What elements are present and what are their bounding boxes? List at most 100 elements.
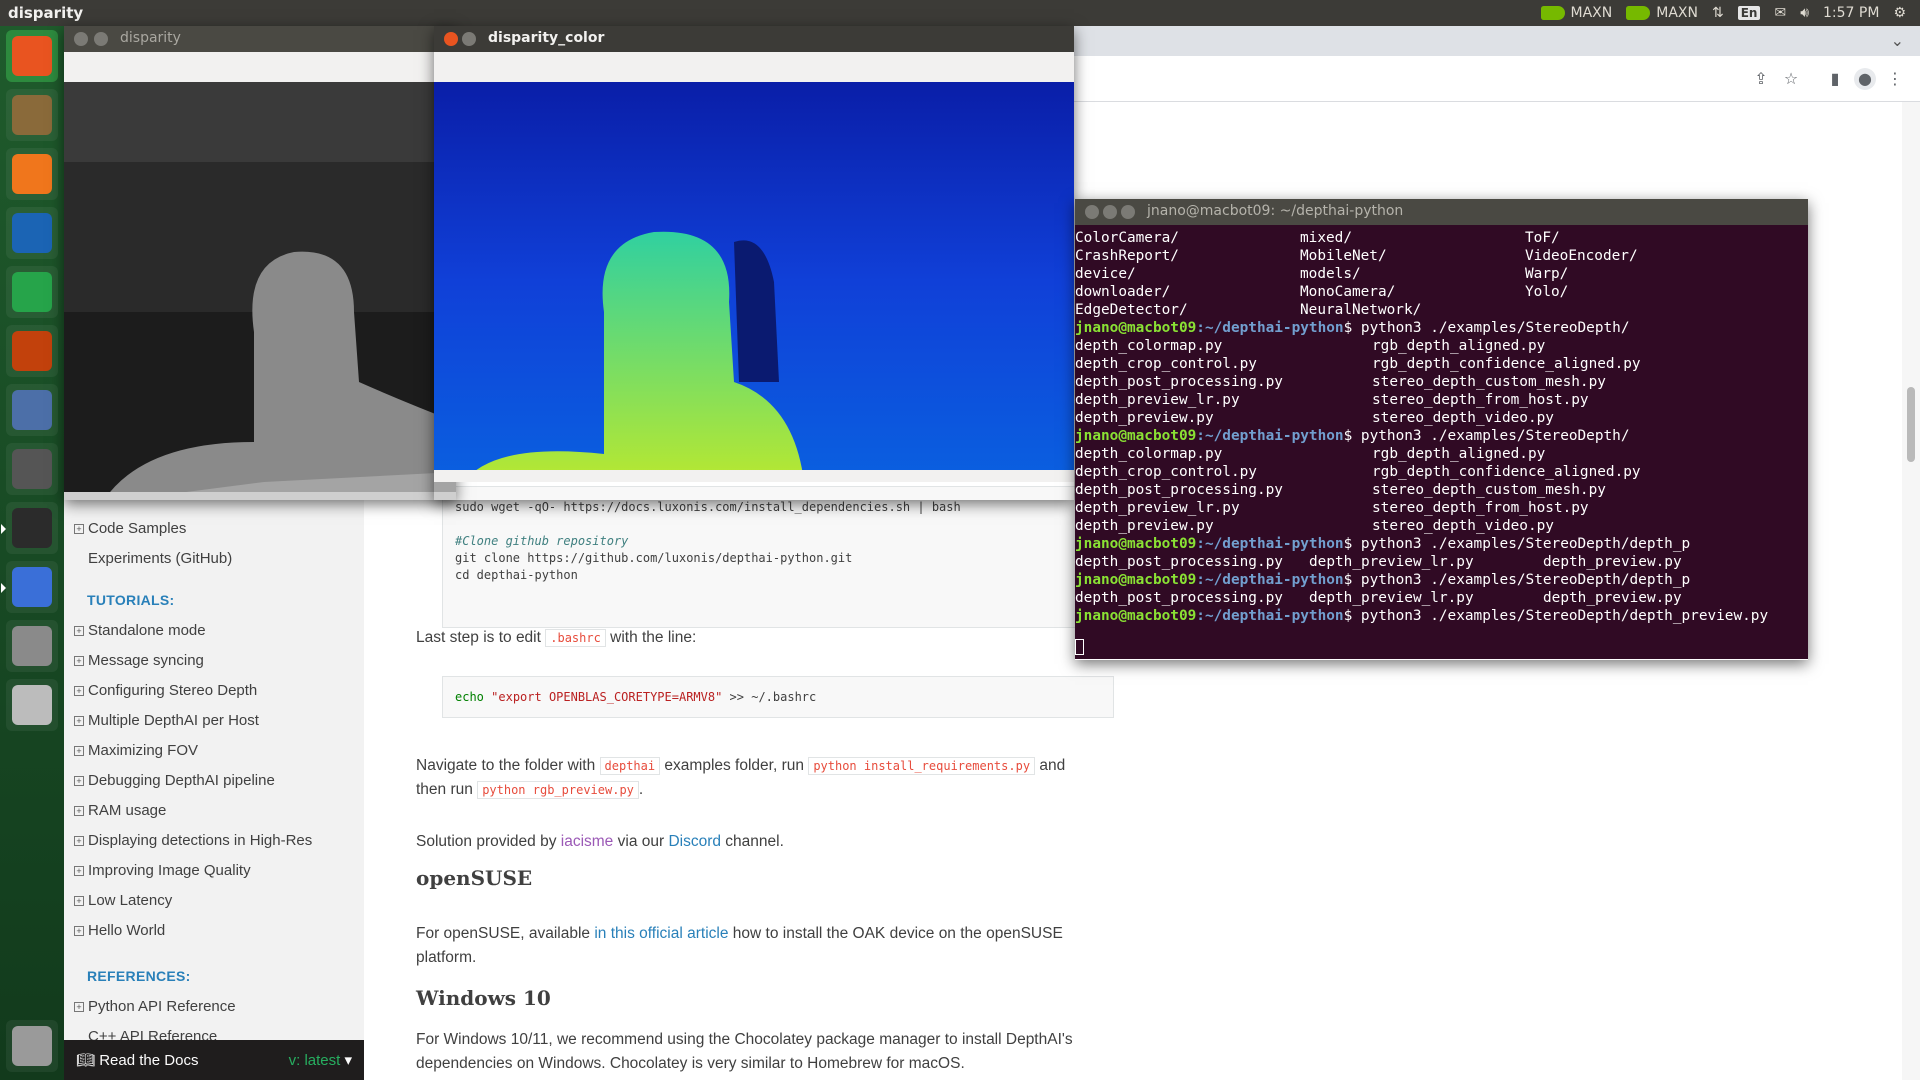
expand-icon[interactable]: + (74, 836, 84, 846)
expand-icon[interactable]: + (74, 866, 84, 876)
maximize-button[interactable] (1121, 205, 1135, 219)
profile-avatar-icon[interactable]: ● (1854, 68, 1876, 90)
expand-icon[interactable]: + (74, 686, 84, 696)
disparity-color-titlebar[interactable]: disparity_color (434, 26, 1074, 52)
chromium-icon[interactable] (1, 561, 58, 613)
terminal-cursor (1075, 639, 1084, 655)
opensuse-article-link[interactable]: in this official article (594, 925, 728, 942)
power-gear-icon[interactable]: ⚙ (1893, 5, 1906, 21)
terminal-output[interactable]: ColorCamera/mixed/ToF/CrashReport/Mobile… (1075, 225, 1808, 659)
volume-icon[interactable]: 🔊︎ (1800, 5, 1809, 21)
rtd-version-bar[interactable]: 📖︎ Read the Docs v: latest ▾ (64, 1040, 364, 1080)
expand-icon[interactable]: + (74, 716, 84, 726)
clock[interactable]: 1:57 PM (1823, 5, 1879, 21)
network-icon[interactable]: ⇅ (1712, 5, 1724, 21)
tab-search-chevron-icon[interactable]: ⌄ (1891, 31, 1904, 50)
sidebar-item-tutorial[interactable]: + Displaying detections in High-Res (74, 832, 312, 849)
trash-icon[interactable] (6, 1020, 58, 1072)
inline-code: .bashrc (545, 629, 606, 647)
terminal-line: jnano@macbot09:~/depthai-python$ python3… (1075, 607, 1808, 625)
mail-icon[interactable]: ✉ (1774, 5, 1786, 21)
drive-icon[interactable] (6, 679, 58, 731)
sidebar-item-python-api[interactable]: + Python API Reference (74, 998, 236, 1015)
rtd-version[interactable]: v: latest ▾ (289, 1051, 352, 1069)
ubuntu-dash-icon[interactable] (6, 30, 58, 82)
terminal-titlebar[interactable]: jnano@macbot09: ~/depthai-python (1075, 199, 1808, 225)
sidebar-item-label: Message syncing (88, 652, 204, 669)
sidebar-item-tutorial[interactable]: + Message syncing (74, 652, 204, 669)
help-icon-glyph (12, 626, 52, 666)
sidebar-item-tutorial[interactable]: + Multiple DepthAI per Host (74, 712, 259, 729)
sidebar-item-tutorial[interactable]: + Configuring Stereo Depth (74, 682, 257, 699)
page-scrollbar[interactable] (1902, 102, 1920, 1080)
help-icon[interactable] (6, 620, 58, 672)
bookmark-star-icon[interactable]: ☆ (1780, 68, 1802, 90)
sidebar-item-tutorial[interactable]: + Improving Image Quality (74, 862, 251, 879)
text: For openSUSE, available (416, 925, 595, 942)
terminal-text: Warp/ (1525, 266, 1569, 282)
text: For Windows 10/11, we recommend using th… (416, 1031, 1073, 1048)
expand-icon[interactable]: + (74, 1002, 84, 1012)
sidebar-item-tutorial[interactable]: + Debugging DepthAI pipeline (74, 772, 275, 789)
nvidia-mode-indicator-2[interactable]: MAXN (1626, 5, 1698, 21)
menu-kebab-icon[interactable]: ⋮ (1884, 68, 1906, 90)
firefox-icon[interactable] (6, 148, 58, 200)
terminal-text: depth_post_processing.py (1075, 554, 1283, 570)
expand-icon[interactable]: + (74, 776, 84, 786)
expand-icon[interactable]: + (74, 746, 84, 756)
disparity-titlebar[interactable]: disparity (64, 26, 456, 52)
sidebar-item-tutorial[interactable]: + Maximizing FOV (74, 742, 198, 759)
sidebar-item-tutorial[interactable]: + RAM usage (74, 802, 166, 819)
minimize-button[interactable] (462, 32, 476, 46)
heading-windows: Windows 10 (416, 986, 551, 1010)
discord-link[interactable]: Discord (668, 833, 721, 850)
expand-icon[interactable]: + (74, 806, 84, 816)
sidebar-item-experiments[interactable]: Experiments (GitHub) (88, 550, 232, 567)
close-button[interactable] (444, 32, 458, 46)
sidebar-item-code-samples[interactable]: + Code Samples (74, 520, 186, 537)
scrollbar-thumb[interactable] (1907, 387, 1915, 462)
terminal-text: depth_preview.py (1543, 554, 1682, 570)
files-icon[interactable] (6, 89, 58, 141)
window-title: disparity (120, 30, 181, 46)
share-icon[interactable]: ⇪ (1750, 68, 1772, 90)
expand-icon[interactable]: + (74, 926, 84, 936)
user-link[interactable]: iacisme (561, 833, 614, 850)
prompt-path: :~/depthai-python (1196, 608, 1344, 624)
nvidia-icon (1626, 6, 1651, 20)
text: examples folder, run (660, 757, 809, 774)
minimize-button[interactable] (94, 32, 108, 46)
terminal-icon-glyph (12, 508, 52, 548)
keyboard-layout-indicator[interactable]: En (1737, 6, 1761, 20)
prompt-user: jnano@macbot09 (1075, 428, 1197, 444)
sidebar-item-label: Debugging DepthAI pipeline (88, 772, 275, 789)
expand-icon[interactable]: + (74, 896, 84, 906)
sidebar-item-tutorial[interactable]: + Hello World (74, 922, 165, 939)
minimize-button[interactable] (1103, 205, 1117, 219)
terminal-text: rgb_depth_aligned.py (1372, 338, 1546, 354)
terminal-line: ColorCamera/mixed/ToF/ (1075, 229, 1808, 247)
calc-icon[interactable] (6, 266, 58, 318)
terminal-line: jnano@macbot09:~/depthai-python$ python3… (1075, 535, 1808, 553)
terminal-icon[interactable] (1, 502, 58, 554)
expand-icon[interactable]: + (74, 656, 84, 666)
terminal-text: models/ (1300, 266, 1361, 282)
impress-icon[interactable] (6, 325, 58, 377)
terminal-line (1075, 625, 1808, 655)
close-button[interactable] (74, 32, 88, 46)
close-button[interactable] (1085, 205, 1099, 219)
side-panel-icon[interactable]: ▮ (1824, 68, 1846, 90)
expand-icon[interactable]: + (74, 626, 84, 636)
terminal-line: depth_preview_lr.py stereo_depth_from_hos… (1075, 499, 1808, 517)
system-settings-icon[interactable] (6, 443, 58, 495)
nvidia-mode-indicator[interactable]: MAXN (1540, 5, 1612, 21)
window-title: disparity_color (488, 30, 605, 46)
terminal-line: depth_post_processing.py depth_preview_lr… (1075, 589, 1808, 607)
expand-icon[interactable]: + (74, 524, 84, 534)
software-center-icon[interactable] (6, 384, 58, 436)
active-app-title: disparity (8, 4, 84, 22)
sidebar-item-tutorial[interactable]: + Low Latency (74, 892, 172, 909)
terminal-window: jnano@macbot09: ~/depthai-python ColorCa… (1075, 199, 1808, 660)
sidebar-item-tutorial[interactable]: + Standalone mode (74, 622, 206, 639)
writer-icon[interactable] (6, 207, 58, 259)
